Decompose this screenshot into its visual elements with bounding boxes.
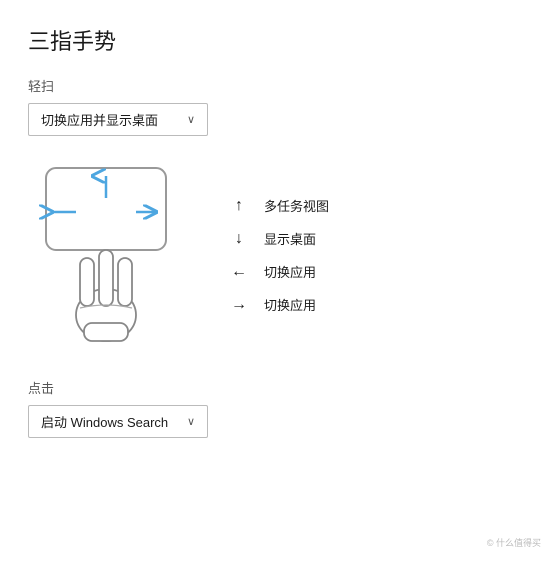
swipe-dropdown[interactable]: 切换应用并显示桌面 ∨ (28, 103, 208, 136)
tap-section: 点击 启动 Windows Search ∨ (28, 378, 525, 438)
tap-dropdown-value: 启动 Windows Search (41, 412, 168, 431)
tap-dropdown[interactable]: 启动 Windows Search ∨ (28, 405, 208, 438)
tap-label: 点击 (28, 378, 525, 397)
tap-dropdown-chevron-icon: ∨ (187, 415, 195, 428)
legend-item-left: ← 切换应用 (230, 262, 329, 281)
swipe-section: 轻扫 切换应用并显示桌面 ∨ (28, 76, 525, 136)
arrow-up-icon: ↑ (230, 197, 248, 215)
gesture-legend: ↑ 多任务视图 ↓ 显示桌面 ← 切换应用 → 切换应用 (230, 196, 329, 314)
arrow-left-icon: ← (230, 263, 248, 281)
legend-down-text: 显示桌面 (264, 229, 316, 248)
legend-item-right: → 切换应用 (230, 295, 329, 314)
swipe-label: 轻扫 (28, 76, 525, 95)
swipe-dropdown-chevron-icon: ∨ (187, 113, 195, 126)
watermark: © 什么值得买 (487, 536, 541, 549)
trackpad-illustration (28, 160, 198, 350)
gesture-area: ↑ 多任务视图 ↓ 显示桌面 ← 切换应用 → 切换应用 (28, 160, 525, 350)
legend-item-down: ↓ 显示桌面 (230, 229, 329, 248)
arrow-down-icon: ↓ (230, 230, 248, 248)
legend-left-text: 切换应用 (264, 262, 316, 281)
legend-item-up: ↑ 多任务视图 (230, 196, 329, 215)
arrow-right-icon: → (230, 296, 248, 314)
page-title: 三指手势 (28, 24, 525, 56)
legend-up-text: 多任务视图 (264, 196, 329, 215)
legend-right-text: 切换应用 (264, 295, 316, 314)
swipe-dropdown-value: 切换应用并显示桌面 (41, 110, 158, 129)
